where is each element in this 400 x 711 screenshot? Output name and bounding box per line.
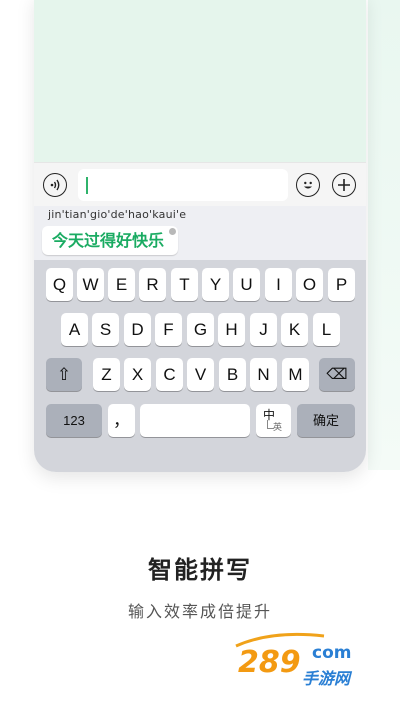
key-t[interactable]: T [171, 268, 198, 301]
key-n[interactable]: N [250, 358, 277, 391]
key-s[interactable]: S [92, 313, 119, 346]
site-watermark-logo: 289 com 手游网 [232, 628, 388, 694]
key-d[interactable]: D [124, 313, 151, 346]
candidate-text: 今天过得好快乐 [52, 231, 165, 250]
key-b[interactable]: B [219, 358, 246, 391]
key-u[interactable]: U [233, 268, 260, 301]
chat-area [34, 0, 366, 162]
key-c[interactable]: C [156, 358, 183, 391]
key-e[interactable]: E [108, 268, 135, 301]
key-y[interactable]: Y [202, 268, 229, 301]
confirm-key[interactable]: 确定 [297, 404, 355, 437]
key-g[interactable]: G [187, 313, 214, 346]
key-a[interactable]: A [61, 313, 88, 346]
key-f[interactable]: F [155, 313, 182, 346]
watermark-domain: com [312, 643, 351, 663]
key-k[interactable]: K [281, 313, 308, 346]
keyboard: jin'tian'gio'de'hao'kaui'e 今天过得好快乐 Q W E… [34, 206, 366, 472]
key-p[interactable]: P [328, 268, 355, 301]
key-q[interactable]: Q [46, 268, 73, 301]
delete-key[interactable]: ⌫ [319, 358, 355, 391]
input-bar [34, 162, 366, 207]
voice-input-icon[interactable] [43, 173, 67, 197]
lang-sub-label: 英 [273, 422, 283, 432]
promo-subtitle: 输入效率成倍提升 [127, 602, 272, 621]
key-h[interactable]: H [218, 313, 245, 346]
language-switch-key[interactable]: 中 英 [256, 404, 291, 437]
key-x[interactable]: X [124, 358, 151, 391]
key-v[interactable]: V [187, 358, 214, 391]
emoji-icon[interactable] [296, 173, 320, 197]
background-accent-stripe [368, 0, 400, 470]
candidate-word[interactable]: 今天过得好快乐 [42, 226, 179, 255]
key-r[interactable]: R [139, 268, 166, 301]
watermark-text: 手游网 [302, 669, 353, 688]
pinyin-composition: jin'tian'gio'de'hao'kaui'e [48, 208, 187, 221]
key-j[interactable]: J [250, 313, 277, 346]
key-w[interactable]: W [77, 268, 104, 301]
key-i[interactable]: I [265, 268, 292, 301]
candidate-dot-icon [169, 228, 177, 235]
key-m[interactable]: M [282, 358, 309, 391]
text-caret [86, 177, 88, 194]
space-key[interactable] [140, 404, 250, 437]
key-o[interactable]: O [296, 268, 323, 301]
plus-icon[interactable] [332, 173, 356, 197]
key-l[interactable]: L [313, 313, 340, 346]
watermark-number: 289 [238, 645, 301, 680]
message-input[interactable] [78, 169, 288, 201]
candidate-bar: jin'tian'gio'de'hao'kaui'e 今天过得好快乐 [34, 206, 366, 260]
key-z[interactable]: Z [93, 358, 120, 391]
punctuation-key[interactable]: ， [108, 404, 135, 437]
promo-title: 智能拼写 [148, 556, 252, 584]
shift-key[interactable]: ⇧ [46, 358, 82, 391]
numbers-key[interactable]: 123 [46, 404, 102, 437]
phone-mockup: jin'tian'gio'de'hao'kaui'e 今天过得好快乐 Q W E… [34, 0, 366, 472]
